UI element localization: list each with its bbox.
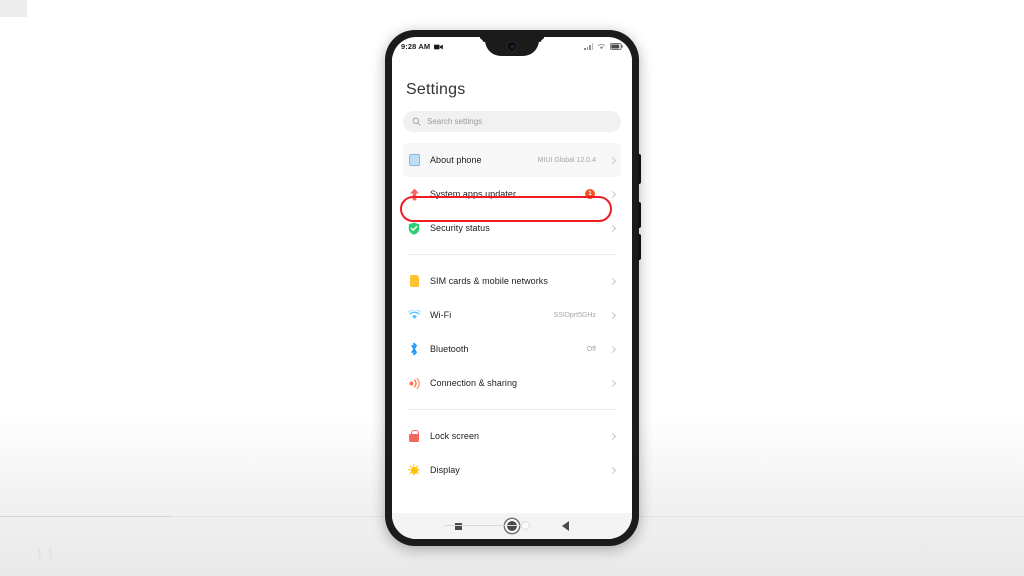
settings-row-sim-cards[interactable]: SIM cards & mobile networks	[403, 264, 621, 298]
settings-row-about-phone[interactable]: About phone MIUI Global 12.0.4	[403, 143, 621, 177]
home-circle-icon[interactable]	[445, 519, 530, 533]
signal-bars-icon	[584, 43, 593, 50]
row-label: Connection & sharing	[430, 378, 518, 388]
settings-group-1: About phone MIUI Global 12.0.4 System ap…	[403, 143, 621, 245]
chevron-right-icon	[609, 156, 617, 164]
row-value: SSIDprt5GHz	[553, 311, 596, 319]
wifi-icon	[407, 308, 421, 322]
phone-device-frame: 9:28 AM Settings Search settings About p…	[385, 30, 641, 546]
ghost-control-left: ❙❙	[34, 546, 56, 561]
search-placeholder: Search settings	[427, 117, 483, 126]
battery-icon	[610, 43, 623, 50]
chevron-right-icon	[609, 277, 617, 285]
status-time: 9:28 AM	[401, 42, 431, 51]
search-input[interactable]: Search settings	[403, 111, 621, 132]
row-value: Off	[586, 345, 596, 353]
settings-row-bluetooth[interactable]: Bluetooth Off	[403, 332, 621, 366]
sim-card-icon	[407, 274, 421, 288]
corner-swatch	[0, 0, 27, 17]
row-label: Display	[430, 465, 460, 475]
video-camera-icon	[434, 44, 443, 49]
row-label: Lock screen	[430, 431, 480, 441]
status-bar-left: 9:28 AM	[401, 42, 443, 51]
volume-up-button[interactable]	[638, 202, 641, 228]
settings-row-wifi[interactable]: Wi-Fi SSIDprt5GHz	[403, 298, 621, 332]
wifi-icon	[597, 44, 606, 50]
shield-check-icon	[407, 221, 421, 235]
settings-row-system-apps-updater[interactable]: System apps updater 1	[403, 177, 621, 211]
bluetooth-icon	[407, 342, 421, 356]
update-count-badge: 1	[585, 189, 595, 199]
back-triangle-icon[interactable]	[562, 521, 569, 531]
phone-info-icon	[407, 153, 421, 167]
front-camera-icon	[506, 41, 518, 52]
settings-row-display[interactable]: Display	[403, 453, 621, 487]
status-bar-right	[584, 43, 623, 50]
group-divider	[407, 409, 617, 410]
row-value: MIUI Global 12.0.4	[537, 156, 596, 164]
row-label: Bluetooth	[430, 344, 469, 354]
page-title: Settings	[406, 81, 466, 98]
chevron-right-icon	[609, 311, 617, 319]
settings-row-lock-screen[interactable]: Lock screen	[403, 419, 621, 453]
chevron-right-icon	[609, 466, 617, 474]
row-label: Security status	[430, 223, 490, 233]
row-label: System apps updater	[430, 189, 516, 199]
video-scrubber-progress	[0, 516, 172, 517]
volume-down-button[interactable]	[638, 234, 641, 260]
navigation-bar	[392, 513, 632, 539]
connection-sharing-icon	[407, 376, 421, 390]
display-notch	[485, 37, 539, 56]
ghost-control-right: ⛶	[920, 546, 930, 561]
pointer-slider-knob	[521, 521, 530, 530]
row-label: SIM cards & mobile networks	[430, 276, 548, 286]
lock-icon	[407, 429, 421, 443]
search-icon	[412, 117, 421, 126]
row-label: Wi-Fi	[430, 310, 452, 320]
chevron-right-icon	[609, 432, 617, 440]
settings-row-connection-sharing[interactable]: Connection & sharing	[403, 366, 621, 400]
row-label: About phone	[430, 155, 482, 165]
chevron-right-icon	[609, 224, 617, 232]
camera-lens	[510, 44, 514, 49]
brightness-sun-icon	[407, 463, 421, 477]
phone-screen: 9:28 AM Settings Search settings About p…	[392, 37, 632, 539]
settings-content: Settings Search settings About phone MIU…	[392, 56, 632, 513]
group-divider	[407, 254, 617, 255]
chevron-right-icon	[609, 345, 617, 353]
pointer-slider-track	[445, 525, 523, 526]
settings-row-security-status[interactable]: Security status	[403, 211, 621, 245]
chevron-right-icon	[609, 379, 617, 387]
arrow-up-update-icon	[407, 187, 421, 201]
chevron-right-icon	[609, 190, 617, 198]
recents-square-icon[interactable]	[455, 522, 462, 530]
power-button[interactable]	[638, 154, 641, 184]
settings-group-3: Lock screen Display	[403, 419, 621, 487]
settings-group-2: SIM cards & mobile networks Wi-Fi SSIDpr…	[403, 264, 621, 400]
